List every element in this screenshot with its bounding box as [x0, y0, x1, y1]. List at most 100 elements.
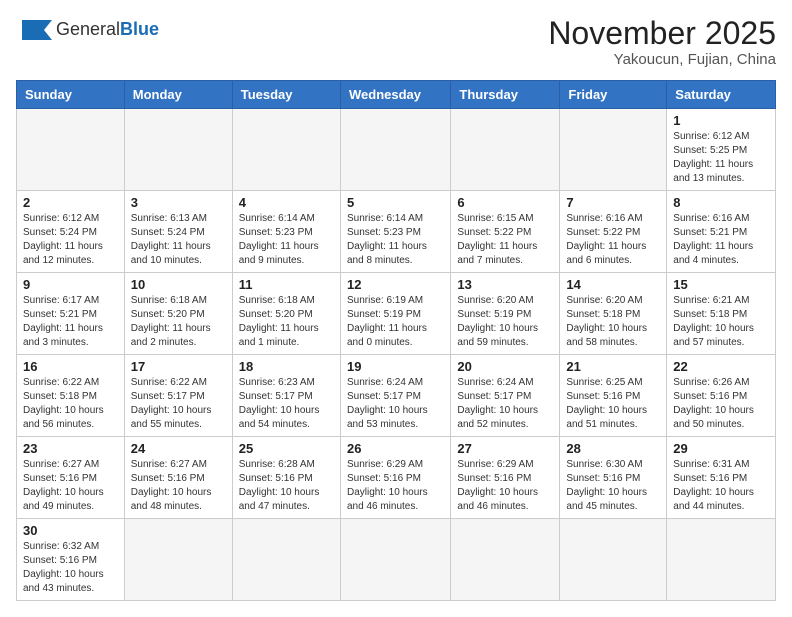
day-info: Sunrise: 6:19 AM Sunset: 5:19 PM Dayligh…	[347, 294, 444, 350]
calendar-week-2: 2Sunrise: 6:12 AM Sunset: 5:24 PM Daylig…	[17, 191, 776, 273]
calendar-cell-w6-d5	[451, 519, 560, 601]
day-info: Sunrise: 6:32 AM Sunset: 5:16 PM Dayligh…	[23, 540, 118, 596]
day-number: 2	[23, 195, 118, 210]
day-info: Sunrise: 6:27 AM Sunset: 5:16 PM Dayligh…	[131, 458, 226, 514]
calendar-cell-w6-d7	[667, 519, 776, 601]
day-number: 3	[131, 195, 226, 210]
day-number: 13	[457, 277, 553, 292]
calendar-cell-w6-d3	[232, 519, 340, 601]
day-number: 6	[457, 195, 553, 210]
calendar-table: Sunday Monday Tuesday Wednesday Thursday…	[16, 80, 776, 601]
day-number: 17	[131, 359, 226, 374]
calendar-week-3: 9Sunrise: 6:17 AM Sunset: 5:21 PM Daylig…	[17, 273, 776, 355]
day-number: 7	[566, 195, 660, 210]
day-number: 18	[239, 359, 334, 374]
day-info: Sunrise: 6:15 AM Sunset: 5:22 PM Dayligh…	[457, 212, 553, 268]
day-number: 29	[673, 441, 769, 456]
logo-text: GeneralBlue	[56, 20, 159, 40]
day-number: 22	[673, 359, 769, 374]
day-number: 4	[239, 195, 334, 210]
month-title: November 2025	[548, 16, 776, 51]
calendar-week-1: 1Sunrise: 6:12 AM Sunset: 5:25 PM Daylig…	[17, 109, 776, 191]
calendar-cell-w3-d4: 12 Sunrise: 6:19 AM Sunset: 5:19 PM Dayli…	[340, 273, 450, 355]
calendar-cell-w1-d5	[451, 109, 560, 191]
day-info: Sunrise: 6:23 AM Sunset: 5:17 PM Dayligh…	[239, 376, 334, 432]
day-info: Sunrise: 6:24 AM Sunset: 5:17 PM Dayligh…	[457, 376, 553, 432]
calendar-cell-w5-d4: 26 Sunrise: 6:29 AM Sunset: 5:16 PM Dayli…	[340, 437, 450, 519]
calendar-cell-w2-d4: 5 Sunrise: 6:14 AM Sunset: 5:23 PM Daylig…	[340, 191, 450, 273]
day-number: 5	[347, 195, 444, 210]
day-number: 8	[673, 195, 769, 210]
calendar-cell-w5-d5: 27 Sunrise: 6:29 AM Sunset: 5:16 PM Dayli…	[451, 437, 560, 519]
day-info: Sunrise: 6:14 AM Sunset: 5:23 PM Dayligh…	[239, 212, 334, 268]
day-info: Sunrise: 6:22 AM Sunset: 5:18 PM Dayligh…	[23, 376, 118, 432]
day-number: 27	[457, 441, 553, 456]
day-number: 11	[239, 277, 334, 292]
calendar-week-5: 23 Sunrise: 6:27 AM Sunset: 5:16 PM Dayli…	[17, 437, 776, 519]
calendar-cell-w5-d1: 23 Sunrise: 6:27 AM Sunset: 5:16 PM Dayli…	[17, 437, 125, 519]
day-info: Sunrise: 6:30 AM Sunset: 5:16 PM Dayligh…	[566, 458, 660, 514]
calendar-cell-w4-d3: 18 Sunrise: 6:23 AM Sunset: 5:17 PM Dayli…	[232, 355, 340, 437]
calendar-cell-w3-d5: 13 Sunrise: 6:20 AM Sunset: 5:19 PM Dayli…	[451, 273, 560, 355]
day-info: Sunrise: 6:21 AM Sunset: 5:18 PM Dayligh…	[673, 294, 769, 350]
day-number: 30	[23, 523, 118, 538]
calendar-cell-w2-d1: 2Sunrise: 6:12 AM Sunset: 5:24 PM Daylig…	[17, 191, 125, 273]
header-saturday: Saturday	[667, 81, 776, 109]
day-number: 23	[23, 441, 118, 456]
calendar-cell-w1-d4	[340, 109, 450, 191]
calendar-cell-w2-d2: 3 Sunrise: 6:13 AM Sunset: 5:24 PM Daylig…	[124, 191, 232, 273]
calendar-cell-w3-d2: 10Sunrise: 6:18 AM Sunset: 5:20 PM Dayli…	[124, 273, 232, 355]
header-friday: Friday	[560, 81, 667, 109]
day-info: Sunrise: 6:22 AM Sunset: 5:17 PM Dayligh…	[131, 376, 226, 432]
calendar-cell-w5-d2: 24 Sunrise: 6:27 AM Sunset: 5:16 PM Dayli…	[124, 437, 232, 519]
day-number: 26	[347, 441, 444, 456]
calendar-cell-w1-d7: 1Sunrise: 6:12 AM Sunset: 5:25 PM Daylig…	[667, 109, 776, 191]
calendar-cell-w1-d1	[17, 109, 125, 191]
day-info: Sunrise: 6:13 AM Sunset: 5:24 PM Dayligh…	[131, 212, 226, 268]
day-number: 28	[566, 441, 660, 456]
day-info: Sunrise: 6:24 AM Sunset: 5:17 PM Dayligh…	[347, 376, 444, 432]
calendar-cell-w1-d2	[124, 109, 232, 191]
calendar-cell-w1-d6	[560, 109, 667, 191]
calendar-cell-w5-d6: 28 Sunrise: 6:30 AM Sunset: 5:16 PM Dayli…	[560, 437, 667, 519]
day-info: Sunrise: 6:25 AM Sunset: 5:16 PM Dayligh…	[566, 376, 660, 432]
day-info: Sunrise: 6:31 AM Sunset: 5:16 PM Dayligh…	[673, 458, 769, 514]
day-number: 21	[566, 359, 660, 374]
day-number: 25	[239, 441, 334, 456]
day-number: 15	[673, 277, 769, 292]
header-tuesday: Tuesday	[232, 81, 340, 109]
day-info: Sunrise: 6:29 AM Sunset: 5:16 PM Dayligh…	[457, 458, 553, 514]
logo-icon	[16, 16, 52, 44]
header-thursday: Thursday	[451, 81, 560, 109]
day-info: Sunrise: 6:18 AM Sunset: 5:20 PM Dayligh…	[239, 294, 334, 350]
calendar-cell-w2-d3: 4 Sunrise: 6:14 AM Sunset: 5:23 PM Daylig…	[232, 191, 340, 273]
calendar-cell-w4-d7: 22Sunrise: 6:26 AM Sunset: 5:16 PM Dayli…	[667, 355, 776, 437]
day-info: Sunrise: 6:16 AM Sunset: 5:22 PM Dayligh…	[566, 212, 660, 268]
calendar-cell-w4-d6: 21 Sunrise: 6:25 AM Sunset: 5:16 PM Dayli…	[560, 355, 667, 437]
calendar-cell-w4-d4: 19Sunrise: 6:24 AM Sunset: 5:17 PM Dayli…	[340, 355, 450, 437]
logo: GeneralBlue	[16, 16, 159, 44]
calendar-header-row: Sunday Monday Tuesday Wednesday Thursday…	[17, 81, 776, 109]
header-sunday: Sunday	[17, 81, 125, 109]
day-info: Sunrise: 6:27 AM Sunset: 5:16 PM Dayligh…	[23, 458, 118, 514]
day-number: 20	[457, 359, 553, 374]
day-number: 1	[673, 113, 769, 128]
day-number: 12	[347, 277, 444, 292]
day-number: 9	[23, 277, 118, 292]
day-info: Sunrise: 6:29 AM Sunset: 5:16 PM Dayligh…	[347, 458, 444, 514]
location: Yakoucun, Fujian, China	[548, 51, 776, 68]
calendar-cell-w4-d5: 20 Sunrise: 6:24 AM Sunset: 5:17 PM Dayli…	[451, 355, 560, 437]
header-monday: Monday	[124, 81, 232, 109]
calendar-cell-w2-d5: 6 Sunrise: 6:15 AM Sunset: 5:22 PM Daylig…	[451, 191, 560, 273]
day-info: Sunrise: 6:14 AM Sunset: 5:23 PM Dayligh…	[347, 212, 444, 268]
day-info: Sunrise: 6:16 AM Sunset: 5:21 PM Dayligh…	[673, 212, 769, 268]
calendar-cell-w3-d3: 11 Sunrise: 6:18 AM Sunset: 5:20 PM Dayli…	[232, 273, 340, 355]
calendar-cell-w6-d4	[340, 519, 450, 601]
page-header: GeneralBlue November 2025 Yakoucun, Fuji…	[16, 16, 776, 68]
calendar-cell-w4-d1: 16Sunrise: 6:22 AM Sunset: 5:18 PM Dayli…	[17, 355, 125, 437]
day-number: 24	[131, 441, 226, 456]
day-info: Sunrise: 6:20 AM Sunset: 5:19 PM Dayligh…	[457, 294, 553, 350]
calendar-cell-w2-d7: 8 Sunrise: 6:16 AM Sunset: 5:21 PM Daylig…	[667, 191, 776, 273]
day-number: 14	[566, 277, 660, 292]
title-block: November 2025 Yakoucun, Fujian, China	[548, 16, 776, 68]
